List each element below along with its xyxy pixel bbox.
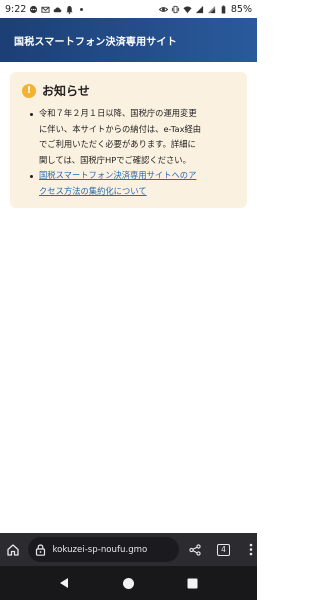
home-circle-icon <box>122 577 134 589</box>
signal-icon <box>207 5 216 14</box>
notice-text-line: でご利用いただく必要があります。詳細に <box>39 139 196 150</box>
link-text-line[interactable]: クセス方法の集約化について <box>39 186 147 196</box>
notification-bell-icon <box>65 5 74 14</box>
nav-back-button[interactable] <box>57 576 71 590</box>
mail-icon <box>41 5 50 14</box>
browser-home-button[interactable] <box>0 533 26 566</box>
notice-list: 令和７年２月１日以降、国税庁の運用変更 に伴い、本サイトからの納付は、e-Tax… <box>22 106 237 200</box>
status-time: 9:22 <box>5 3 27 15</box>
battery-percentage: 85% <box>230 3 252 15</box>
url-bar[interactable]: kokuzei-sp-noufu.gmo <box>28 537 180 562</box>
url-text[interactable]: kokuzei-sp-noufu.gmo <box>52 545 147 555</box>
battery-icon <box>219 5 228 14</box>
notice-item: 令和７年２月１日以降、国税庁の運用変更 に伴い、本サイトからの納付は、e-Tax… <box>30 106 237 168</box>
notice-text-line: 令和７年２月１日以降、国税庁の運用変更 <box>39 108 197 118</box>
wifi-icon <box>183 5 192 14</box>
nav-home-button[interactable] <box>121 576 135 590</box>
notice-header: ! お知らせ <box>22 82 237 99</box>
exclamation-icon: ! <box>22 83 36 98</box>
recents-icon <box>187 578 198 588</box>
notice-box: ! お知らせ 令和７年２月１日以降、国税庁の運用変更 に伴い、本サイトからの納付… <box>10 72 247 208</box>
nav-recents-button[interactable] <box>186 576 200 590</box>
share-icon <box>189 543 201 556</box>
vibrate-icon <box>171 5 180 14</box>
notice-item-link[interactable]: 国税スマートフォン決済専用サイトへのア クセス方法の集約化について <box>30 168 237 199</box>
browser-menu-button[interactable] <box>246 543 257 557</box>
notice-text-line: に伴い、本サイトからの納付は、e-Tax経由 <box>39 123 202 134</box>
lock-icon[interactable] <box>34 543 46 556</box>
back-icon <box>60 578 69 588</box>
share-button[interactable] <box>189 543 201 556</box>
cloud-icon <box>53 5 62 14</box>
dot-icon <box>77 5 86 14</box>
chat-icon <box>29 5 38 14</box>
notice-title: お知らせ <box>42 84 90 98</box>
status-bar: 9:22 85% <box>0 0 257 18</box>
site-header: 国税スマートフォン決済専用サイト <box>0 18 257 62</box>
notice-text-line: 関しては、国税庁HPでご確認ください。 <box>39 154 191 165</box>
link-text-line[interactable]: 国税スマートフォン決済専用サイトへのア <box>39 170 196 180</box>
browser-toolbar: kokuzei-sp-noufu.gmo 4 <box>0 533 257 566</box>
eye-icon <box>158 5 168 14</box>
signal-icon <box>195 5 204 14</box>
menu-icon <box>250 543 253 556</box>
system-nav-bar <box>0 566 257 600</box>
access-method-link[interactable]: 国税スマートフォン決済専用サイトへのア クセス方法の集約化について <box>39 170 196 196</box>
tab-switcher-button[interactable]: 4 <box>217 543 230 556</box>
site-title[interactable]: 国税スマートフォン決済専用サイト <box>14 33 177 48</box>
home-icon <box>7 543 19 556</box>
